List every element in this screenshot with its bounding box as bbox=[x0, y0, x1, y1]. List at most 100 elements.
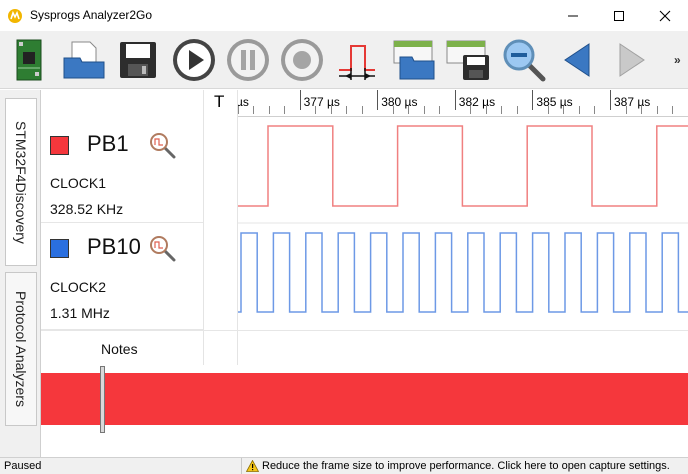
ruler-minor-tick bbox=[547, 106, 549, 114]
maximize-button[interactable] bbox=[596, 0, 642, 31]
ruler-minor-tick bbox=[238, 106, 239, 114]
board-button[interactable] bbox=[5, 36, 53, 84]
stop-button[interactable] bbox=[278, 36, 326, 84]
side-tabs: STM32F4Discovery Protocol Analyzers bbox=[0, 90, 41, 457]
channel-frequency: 1.31 MHz bbox=[50, 305, 110, 321]
ruler-minor-tick bbox=[268, 106, 270, 114]
save-layout-icon bbox=[446, 40, 489, 80]
tab-stm32f4discovery[interactable]: STM32F4Discovery bbox=[5, 98, 37, 266]
capture-overview-bar[interactable] bbox=[41, 373, 688, 425]
ruler-tick bbox=[299, 90, 301, 110]
minimize-button[interactable] bbox=[550, 0, 596, 31]
channel-row-pb10[interactable]: PB10 CLOCK2 1.31 MHz bbox=[41, 223, 203, 330]
ruler-tick-label: 377 µs bbox=[303, 95, 340, 109]
ruler-tick-label: 385 µs bbox=[536, 95, 573, 109]
close-icon bbox=[659, 10, 671, 21]
channel-row-pb1[interactable]: PB1 CLOCK1 328.52 KHz bbox=[41, 117, 203, 223]
channel-name: PB1 bbox=[87, 131, 129, 156]
ruler-tick-label: 5 µs bbox=[238, 95, 249, 109]
waveform-pb10 bbox=[238, 232, 688, 313]
ruler-tick bbox=[377, 90, 379, 110]
pause-button[interactable] bbox=[224, 36, 272, 84]
ruler-minor-tick bbox=[578, 106, 580, 114]
channel-name: PB10 bbox=[87, 234, 141, 259]
waveform-area[interactable] bbox=[238, 117, 688, 365]
ruler-minor-tick bbox=[641, 106, 643, 114]
overview-position-handle[interactable] bbox=[100, 366, 105, 433]
ruler-minor-tick bbox=[625, 106, 627, 114]
ruler-minor-tick bbox=[470, 106, 472, 114]
minimize-icon bbox=[568, 15, 578, 16]
next-icon bbox=[619, 43, 645, 77]
status-warning-text: Reduce the frame size to improve perform… bbox=[262, 460, 670, 472]
ruler-minor-tick bbox=[439, 106, 441, 114]
status-warning-link[interactable]: Reduce the frame size to improve perform… bbox=[241, 458, 674, 474]
ruler-minor-tick bbox=[361, 106, 363, 114]
prev-icon bbox=[564, 43, 590, 77]
ruler-minor-tick bbox=[408, 106, 410, 114]
zoom-out-button[interactable] bbox=[500, 36, 548, 84]
trigger-column: T bbox=[203, 90, 238, 365]
title-bar: Sysprogs Analyzer2Go bbox=[0, 0, 688, 31]
open-button[interactable] bbox=[60, 36, 108, 84]
channel-signal-name: CLOCK1 bbox=[50, 175, 107, 191]
prev-button[interactable] bbox=[553, 36, 601, 84]
open-layout-icon bbox=[393, 40, 435, 80]
ruler-minor-tick bbox=[485, 106, 487, 114]
ruler-minor-tick bbox=[656, 106, 658, 114]
trigger-button[interactable] bbox=[333, 36, 381, 84]
ruler-minor-tick bbox=[392, 106, 394, 114]
ruler-minor-tick bbox=[672, 106, 674, 114]
ruler-tick-label: 387 µs bbox=[614, 95, 651, 109]
ruler-minor-tick bbox=[346, 106, 348, 114]
warning-icon bbox=[246, 460, 259, 472]
board-icon bbox=[16, 39, 42, 81]
ruler-tick bbox=[454, 90, 456, 110]
maximize-icon bbox=[614, 10, 624, 21]
play-icon bbox=[173, 39, 215, 81]
ruler-minor-tick bbox=[516, 106, 518, 114]
channel-color-swatch[interactable] bbox=[50, 239, 69, 258]
toolbar-overflow-button[interactable]: » bbox=[674, 53, 681, 67]
ruler-minor-tick bbox=[423, 106, 425, 114]
app-logo-icon bbox=[8, 9, 22, 23]
ruler-tick-label: 382 µs bbox=[458, 95, 496, 109]
stop-icon bbox=[281, 39, 323, 81]
open-icon bbox=[63, 41, 105, 79]
ruler-minor-tick bbox=[501, 106, 503, 114]
play-button[interactable] bbox=[170, 36, 218, 84]
save-button[interactable] bbox=[114, 36, 162, 84]
status-state: Paused bbox=[4, 460, 42, 472]
trigger-column-label: T bbox=[214, 92, 225, 111]
waveform-pb1 bbox=[238, 125, 688, 207]
zoom-out-icon bbox=[503, 39, 546, 82]
channel-signal-name: CLOCK2 bbox=[50, 279, 107, 295]
notes-row[interactable]: Notes bbox=[41, 330, 688, 365]
channel-zoom-icon[interactable] bbox=[148, 131, 176, 159]
ruler-minor-tick bbox=[330, 106, 332, 114]
ruler-minor-tick bbox=[594, 106, 596, 114]
toolbar: » bbox=[0, 31, 688, 89]
save-icon bbox=[120, 42, 156, 78]
save-layout-button[interactable] bbox=[444, 36, 492, 84]
status-bar: Paused Reduce the frame size to improve … bbox=[0, 457, 688, 474]
tab-protocol-analyzers-label: Protocol Analyzers bbox=[13, 291, 29, 407]
tab-protocol-analyzers[interactable]: Protocol Analyzers bbox=[5, 272, 37, 426]
ruler-minor-tick bbox=[284, 106, 286, 114]
ruler-minor-tick bbox=[563, 106, 565, 114]
close-button[interactable] bbox=[642, 0, 688, 31]
open-layout-button[interactable] bbox=[389, 36, 437, 84]
trigger-icon bbox=[339, 45, 375, 80]
channel-color-swatch[interactable] bbox=[50, 136, 69, 155]
ruler-tick bbox=[532, 90, 534, 110]
ruler-tick-label: 380 µs bbox=[381, 95, 418, 109]
ruler-minor-tick bbox=[253, 106, 255, 114]
channel-panel: T 5 µs 377 µs 380 µs 382 µs 385 µs 387 µs PB1… bbox=[41, 90, 688, 457]
channel-zoom-icon[interactable] bbox=[148, 234, 176, 262]
next-button[interactable] bbox=[608, 36, 656, 84]
tab-stm32f4discovery-label: STM32F4Discovery bbox=[13, 120, 29, 244]
notes-label: Notes bbox=[101, 341, 138, 357]
channel-frequency: 328.52 KHz bbox=[50, 201, 124, 217]
time-ruler[interactable]: 5 µs 377 µs 380 µs 382 µs 385 µs 387 µs bbox=[238, 90, 688, 117]
ruler-minor-tick bbox=[315, 106, 317, 114]
